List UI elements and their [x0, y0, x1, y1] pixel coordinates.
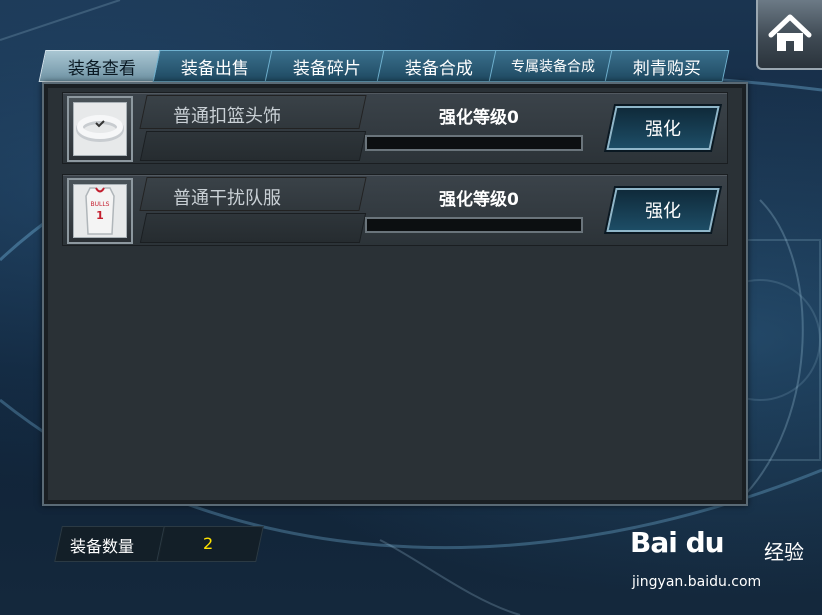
- tab-label: 装备查看: [68, 58, 136, 79]
- tab-label: 装备碎片: [293, 58, 361, 79]
- item-name: 普通扣篮头饰: [173, 106, 281, 127]
- name-slot-lower: [139, 213, 367, 243]
- upgrade-button[interactable]: 强化: [606, 106, 720, 150]
- watermark-brand: Bai du: [630, 526, 725, 559]
- upgrade-level-label: 强化等级0: [439, 190, 519, 210]
- watermark-url: jingyan.baidu.com: [632, 574, 762, 590]
- tab-label: 专属装备合成: [511, 59, 595, 75]
- upgrade-progress-bar: [365, 217, 583, 233]
- tab-equipment-sell[interactable]: 装备出售: [152, 50, 278, 82]
- tab-label: 装备合成: [405, 58, 473, 79]
- jersey-number-text: 1: [96, 209, 104, 222]
- home-button[interactable]: [756, 0, 822, 70]
- jersey-team-text: BULLS: [90, 201, 109, 208]
- tab-equipment-synthesis[interactable]: 装备合成: [376, 50, 502, 82]
- item-name: 普通干扰队服: [173, 188, 281, 209]
- name-slot-lower: [139, 131, 367, 161]
- upgrade-button[interactable]: 强化: [606, 188, 720, 232]
- tab-label: 装备出售: [181, 58, 249, 79]
- headband-icon: [73, 102, 127, 156]
- upgrade-button-label: 强化: [645, 201, 681, 222]
- home-icon: [768, 14, 812, 51]
- equipment-row: BULLS 1 普通干扰队服 强化等级0 强化: [62, 174, 728, 246]
- upgrade-level-label: 强化等级0: [439, 108, 519, 128]
- equipment-row: 普通扣篮头饰 强化等级0 强化: [62, 92, 728, 164]
- baidu-watermark: Bai du 经验 jingyan.baidu.com: [630, 526, 816, 596]
- tab-equipment-fragments[interactable]: 装备碎片: [264, 50, 390, 82]
- tab-equipment-view[interactable]: 装备查看: [38, 50, 166, 82]
- item-thumbnail[interactable]: BULLS 1: [67, 178, 133, 244]
- jersey-icon: BULLS 1: [73, 184, 127, 238]
- tab-exclusive-synthesis[interactable]: 专属装备合成: [488, 50, 618, 82]
- tab-tattoo-purchase[interactable]: 刺青购买: [604, 50, 730, 82]
- tab-bar: 装备查看 装备出售 装备碎片 装备合成 专属装备合成 刺青购买: [38, 50, 730, 84]
- upgrade-progress-bar: [365, 135, 583, 151]
- equipment-count-value: 2: [203, 534, 214, 553]
- tab-label: 刺青购买: [633, 58, 701, 79]
- upgrade-button-label: 强化: [645, 119, 681, 140]
- item-thumbnail[interactable]: [67, 96, 133, 162]
- equipment-count-label: 装备数量: [70, 537, 135, 556]
- equipment-panel: 普通扣篮头饰 强化等级0 强化 BULLS 1 普通干扰队服 强化等级0 强化: [42, 82, 748, 506]
- watermark-product: 经验: [764, 540, 804, 564]
